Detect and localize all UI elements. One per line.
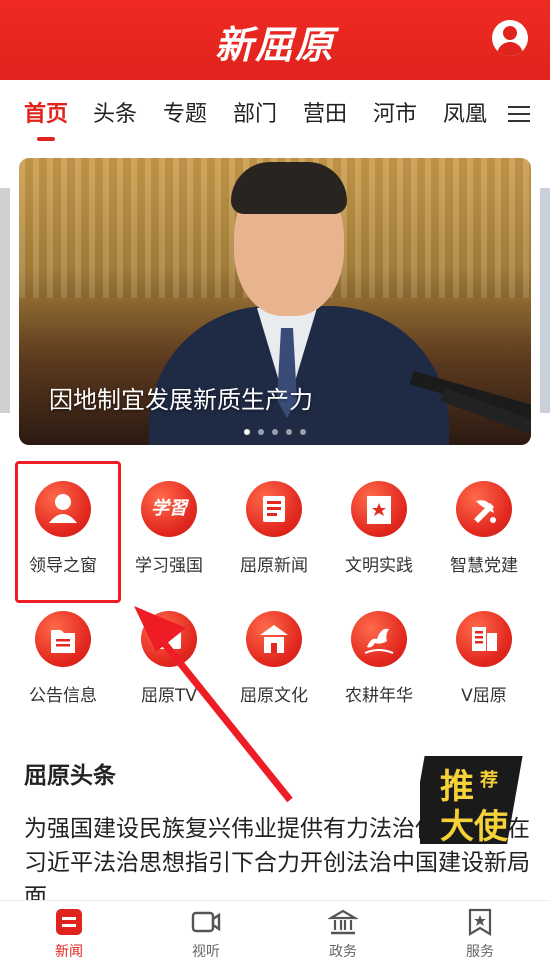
party-icon bbox=[456, 481, 512, 537]
nav-video[interactable]: 视听 bbox=[166, 907, 246, 961]
nav-news[interactable]: 新闻 bbox=[29, 907, 109, 961]
grid-announcements[interactable]: 公告信息 bbox=[13, 611, 113, 706]
pointer-arrow bbox=[134, 606, 293, 803]
services-star-icon bbox=[465, 907, 495, 937]
carousel-dot[interactable] bbox=[286, 429, 292, 435]
app-screen: 新屈原 首页 头条 专题 部门 营田 河市 凤凰 因地制宜发展新质生产力 领导之… bbox=[0, 0, 550, 975]
v-icon bbox=[456, 611, 512, 667]
tab-departments[interactable]: 部门 bbox=[233, 96, 277, 128]
tab-fenghuang[interactable]: 凤凰 bbox=[443, 96, 487, 128]
bottom-nav: 新闻 视听 政务 服务 bbox=[0, 900, 550, 975]
tab-headlines[interactable]: 头条 bbox=[93, 96, 137, 128]
nav-label: 视听 bbox=[192, 944, 220, 960]
banner-carousel[interactable]: 因地制宜发展新质生产力 bbox=[19, 158, 531, 445]
carousel-prev-peek bbox=[0, 188, 10, 413]
promo-badge[interactable]: 推 荐 大使 bbox=[420, 748, 530, 858]
study-icon: 学習 bbox=[141, 481, 197, 537]
user-profile-icon[interactable] bbox=[492, 20, 528, 56]
grid-farming-years[interactable]: 农耕年华 bbox=[329, 611, 429, 706]
notice-icon bbox=[35, 611, 91, 667]
nav-label: 政务 bbox=[329, 944, 357, 960]
grid-civilization-practice[interactable]: 文明实践 bbox=[329, 481, 429, 576]
grid-smart-party-building[interactable]: 智慧党建 bbox=[434, 481, 534, 576]
news-icon bbox=[246, 481, 302, 537]
government-building-icon bbox=[326, 907, 360, 937]
section-title: 屈原头条 bbox=[24, 763, 116, 789]
carousel-dot[interactable] bbox=[244, 429, 250, 435]
carousel-dot[interactable] bbox=[272, 429, 278, 435]
grid-label: 屈原新闻 bbox=[240, 556, 308, 576]
nav-label: 新闻 bbox=[55, 944, 83, 960]
civilization-icon bbox=[351, 481, 407, 537]
carousel-next-peek bbox=[540, 188, 550, 413]
grid-label: 智慧党建 bbox=[450, 556, 518, 576]
grid-label: 农耕年华 bbox=[345, 686, 413, 706]
tab-heshi[interactable]: 河市 bbox=[373, 96, 417, 128]
tab-topics[interactable]: 专题 bbox=[163, 96, 207, 128]
app-title: 新屈原 bbox=[214, 22, 335, 67]
carousel-dot[interactable] bbox=[258, 429, 264, 435]
grid-quyuan-news[interactable]: 屈原新闻 bbox=[224, 481, 324, 576]
tab-yingtian[interactable]: 营田 bbox=[303, 96, 347, 128]
grid-v-quyuan[interactable]: V屈原 bbox=[434, 611, 534, 706]
promo-text-bottom: 大使 bbox=[440, 807, 509, 847]
channel-tabs: 首页 头条 专题 部门 营田 河市 凤凰 bbox=[0, 80, 550, 146]
news-nav-icon bbox=[54, 907, 84, 937]
tab-home[interactable]: 首页 bbox=[24, 96, 68, 128]
video-camera-icon bbox=[191, 907, 221, 937]
grid-label: 学习强国 bbox=[135, 556, 203, 576]
app-header: 新屈原 bbox=[0, 0, 550, 80]
highlight-box bbox=[15, 461, 121, 603]
grid-study-powerful-nation[interactable]: 学習 学习强国 bbox=[119, 481, 219, 576]
grid-label: V屈原 bbox=[461, 686, 507, 706]
promo-text-mid: 荐 bbox=[479, 769, 498, 791]
nav-label: 服务 bbox=[466, 944, 494, 960]
carousel-dots bbox=[19, 420, 531, 439]
active-tab-indicator bbox=[37, 137, 55, 141]
banner-caption: 因地制宜发展新质生产力 bbox=[49, 386, 313, 414]
grid-label: 公告信息 bbox=[29, 686, 97, 706]
menu-icon[interactable] bbox=[508, 106, 530, 122]
grid-label: 文明实践 bbox=[345, 556, 413, 576]
nav-government[interactable]: 政务 bbox=[303, 907, 383, 961]
nav-services[interactable]: 服务 bbox=[440, 907, 520, 961]
promo-text-top: 推 bbox=[440, 767, 474, 807]
farming-icon bbox=[351, 611, 407, 667]
carousel-dot[interactable] bbox=[300, 429, 306, 435]
